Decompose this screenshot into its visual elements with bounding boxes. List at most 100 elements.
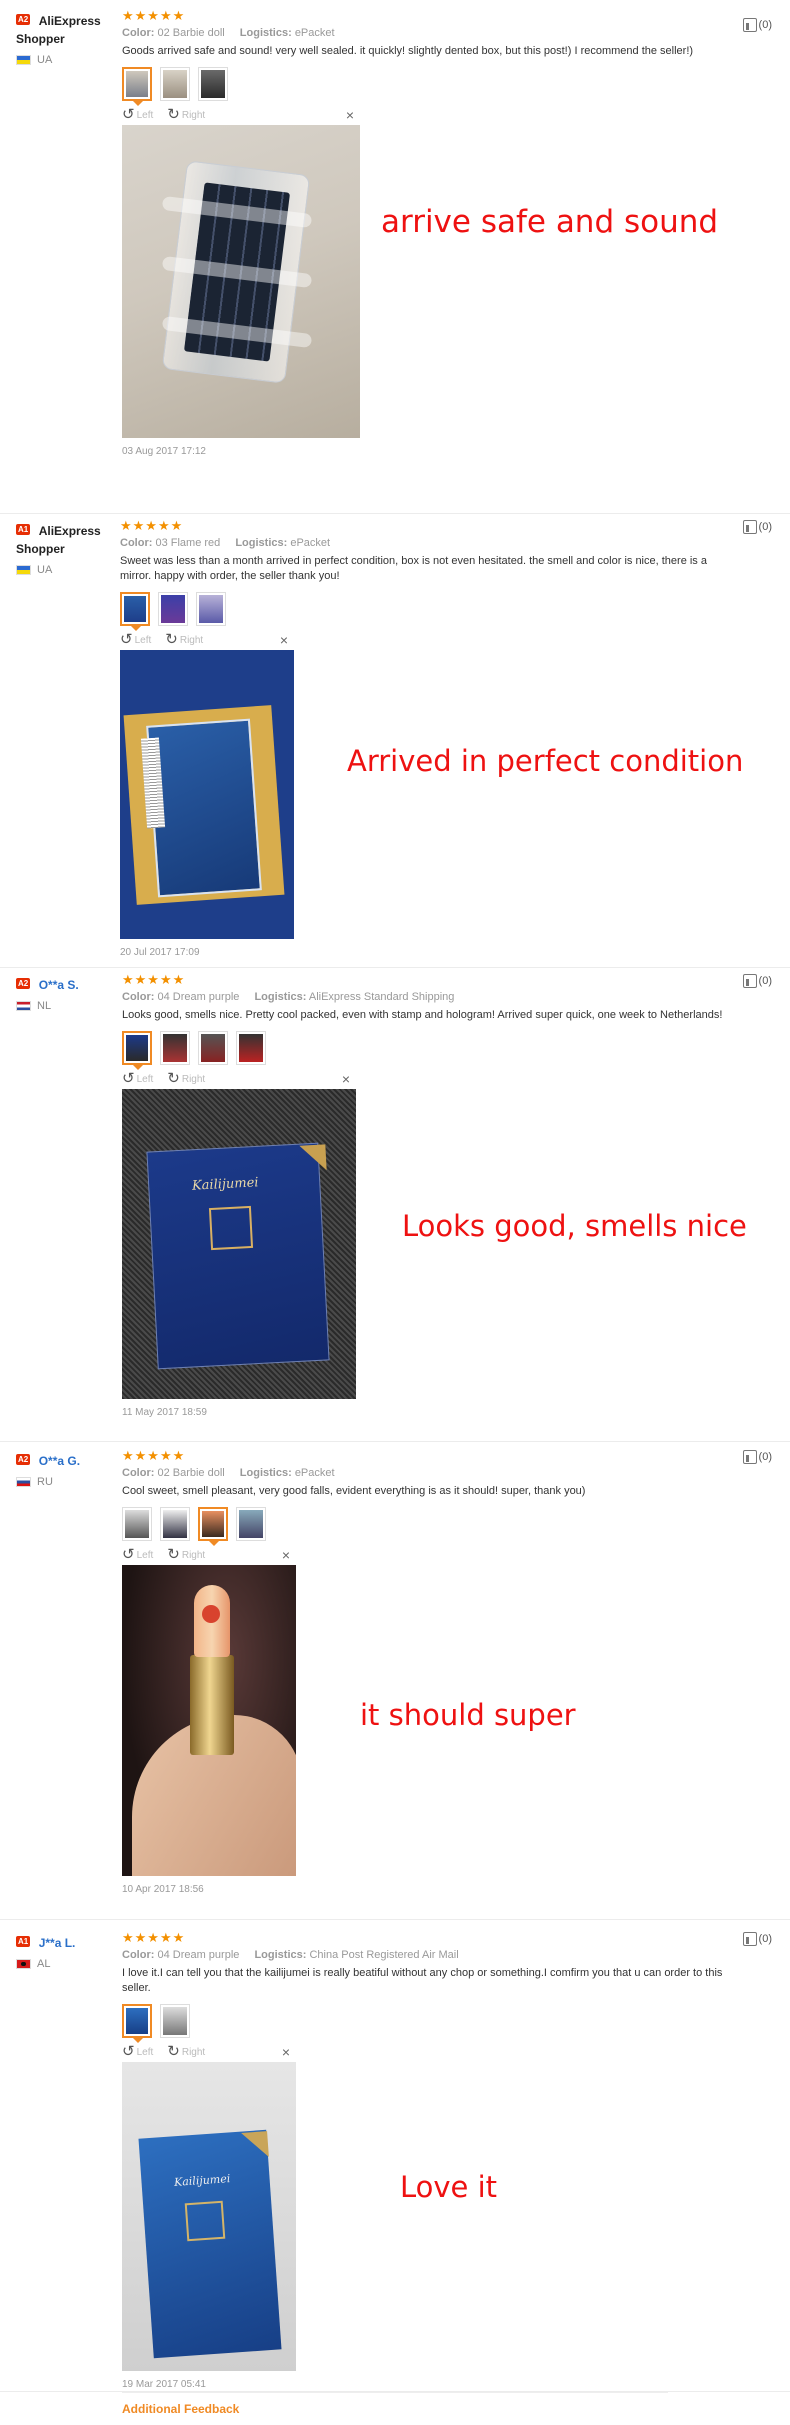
review-item: A1 AliExpress Shopper UA ★★★★★ Color: 03… <box>0 518 790 968</box>
flag-icon <box>16 55 31 65</box>
review-content: ★★★★★ Color: 04 Dream purple Logistics: … <box>122 972 742 1418</box>
photo-thumbnail[interactable] <box>198 1031 228 1065</box>
rotate-left-button[interactable]: ↺ Left <box>122 1070 153 1087</box>
buyer-level-badge: A1 <box>16 1936 31 1947</box>
helpful-count: (0) <box>758 1933 772 1945</box>
logistics-label: Logistics: <box>239 1467 292 1479</box>
photo-thumbnail[interactable] <box>198 67 228 101</box>
color-label: Color: <box>122 991 155 1003</box>
review-text: Sweet was less than a month arrived in p… <box>120 555 707 582</box>
review-text: Goods arrived safe and sound! very well … <box>122 45 694 57</box>
close-icon[interactable]: × <box>342 1071 350 1087</box>
photo-thumbnail[interactable] <box>120 592 150 631</box>
review-photo <box>122 125 360 438</box>
reviewer-name[interactable]: J**a L. <box>39 1936 76 1950</box>
rotate-left-icon: ↺ <box>122 1070 135 1087</box>
review-item: A2 O**a G. RU ★★★★★ Color: 02 Barbie dol… <box>0 1448 790 1920</box>
review-meta: Color: 03 Flame red Logistics: ePacket <box>120 536 740 551</box>
buyer-level-badge: A2 <box>16 1454 31 1465</box>
photo-caption: arrive safe and sound <box>381 204 719 240</box>
helpful-button[interactable]: (0) <box>742 974 772 988</box>
photo-viewer-toolbar: ↺ Left ↻ Right × <box>122 107 360 123</box>
photo-thumbnail[interactable] <box>122 1507 152 1541</box>
helpful-button[interactable]: (0) <box>742 18 772 32</box>
country-code: AL <box>37 1958 51 1970</box>
rotate-right-button[interactable]: ↻ Right <box>167 2043 205 2060</box>
reviewer-country: RU <box>16 1476 116 1488</box>
helpful-button[interactable]: (0) <box>742 1932 772 1946</box>
country-code: NL <box>37 1000 52 1012</box>
thumbs-up-icon <box>742 974 757 988</box>
logistics-label: Logistics: <box>254 1949 307 1961</box>
photo-thumbnail[interactable] <box>196 592 226 626</box>
photo-thumbnails <box>122 67 742 106</box>
review-photo: Kailijumei <box>122 1089 356 1399</box>
reviewer-info: A1 AliExpress Shopper UA <box>16 522 116 576</box>
photo-thumbnail[interactable] <box>236 1507 266 1541</box>
rotate-left-icon: ↺ <box>122 106 135 123</box>
reviewer-country: UA <box>16 564 116 576</box>
reviewer-info: A2 O**a S. NL <box>16 976 116 1012</box>
helpful-button[interactable]: (0) <box>742 1450 772 1464</box>
photo-thumbnail[interactable] <box>158 592 188 626</box>
rotate-left-button[interactable]: ↺ Left <box>122 1546 153 1563</box>
star-rating: ★★★★★ <box>120 518 184 533</box>
color-value: 02 Barbie doll <box>157 1467 225 1479</box>
rotate-right-button[interactable]: ↻ Right <box>165 632 203 647</box>
rotate-left-button[interactable]: ↺ Left <box>122 2044 153 2059</box>
close-icon[interactable]: × <box>282 1547 290 1563</box>
color-value: 04 Dream purple <box>157 1949 240 1961</box>
rotate-left-icon: ↺ <box>120 631 133 648</box>
country-code: UA <box>37 54 53 66</box>
rotate-right-button[interactable]: ↻ Right <box>167 1547 205 1562</box>
photo-thumbnail[interactable] <box>160 2004 190 2038</box>
photo-thumbnail[interactable] <box>122 67 152 106</box>
additional-feedback-link[interactable]: Additional Feedback <box>122 2402 239 2416</box>
star-rating: ★★★★★ <box>122 1930 186 1945</box>
review-item: A2 AliExpress Shopper UA ★★★★★ Color: 02… <box>0 8 790 514</box>
logistics-value: ePacket <box>290 537 331 549</box>
thumbs-up-icon <box>742 18 757 32</box>
photo-viewer-toolbar: ↺ Left ↻ Right × <box>122 2044 296 2060</box>
photo-thumbnails <box>122 1507 742 1546</box>
thumbs-up-icon <box>742 520 757 534</box>
photo-thumbnail[interactable] <box>160 1507 190 1541</box>
rotate-right-icon: ↻ <box>167 106 180 123</box>
reviewer-name[interactable]: O**a S. <box>39 978 79 992</box>
flag-icon <box>16 1959 31 1969</box>
helpful-button[interactable]: (0) <box>742 520 772 534</box>
thumbs-up-icon <box>742 1450 757 1464</box>
close-icon[interactable]: × <box>282 2044 290 2060</box>
photo-thumbnail[interactable] <box>160 67 190 101</box>
rotate-right-button[interactable]: ↻ Right <box>167 1071 205 1086</box>
buyer-level-badge: A2 <box>16 978 31 989</box>
flag-icon <box>16 565 31 575</box>
reviewer-info: A1 J**a L. AL <box>16 1934 116 1970</box>
logistics-value: ePacket <box>294 1467 335 1479</box>
review-meta: Color: 04 Dream purple Logistics: China … <box>122 1948 742 1963</box>
buyer-level-badge: A2 <box>16 14 31 25</box>
close-icon[interactable]: × <box>346 107 354 123</box>
rotate-left-button[interactable]: ↺ Left <box>122 106 153 123</box>
photo-thumbnail[interactable] <box>198 1507 228 1546</box>
rotate-left-button[interactable]: ↺ Left <box>120 631 151 648</box>
rotate-left-icon: ↺ <box>122 1546 135 1563</box>
photo-thumbnails <box>120 592 740 631</box>
photo-thumbnail[interactable] <box>236 1031 266 1065</box>
color-label: Color: <box>122 27 155 39</box>
rotate-right-button[interactable]: ↻ Right <box>167 106 205 123</box>
review-meta: Color: 02 Barbie doll Logistics: ePacket <box>122 26 742 41</box>
photo-thumbnail[interactable] <box>122 1031 152 1070</box>
country-code: UA <box>37 564 53 576</box>
color-value: 04 Dream purple <box>157 991 240 1003</box>
photo-thumbnail[interactable] <box>160 1031 190 1065</box>
reviewer-name[interactable]: O**a G. <box>39 1454 80 1468</box>
review-content: ★★★★★ Color: 04 Dream purple Logistics: … <box>122 1930 742 2390</box>
flag-icon <box>16 1001 31 1011</box>
review-date: 19 Mar 2017 05:41 <box>122 2379 206 2390</box>
photo-thumbnail[interactable] <box>122 2004 152 2043</box>
rotate-right-icon: ↻ <box>167 2043 180 2060</box>
review-meta: Color: 04 Dream purple Logistics: AliExp… <box>122 990 742 1005</box>
review-date: 20 Jul 2017 17:09 <box>120 947 200 958</box>
close-icon[interactable]: × <box>280 632 288 648</box>
